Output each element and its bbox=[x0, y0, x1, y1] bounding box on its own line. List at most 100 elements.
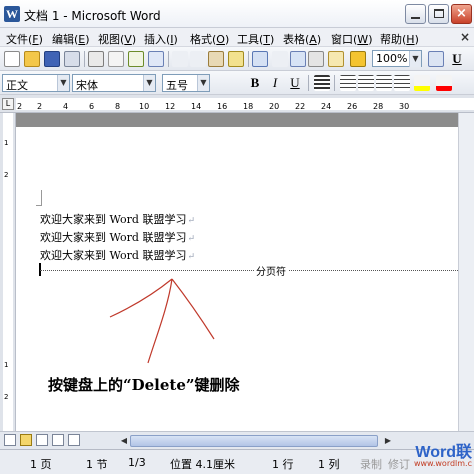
ruler-number: 26 bbox=[347, 102, 358, 111]
minimize-button[interactable] bbox=[405, 4, 426, 24]
ruler-strip: 2 2 4 6 8 10 12 14 16 18 20 22 24 26 28 … bbox=[16, 98, 474, 111]
ruler-number: 24 bbox=[321, 102, 332, 111]
menu-view[interactable]: 视图(V) bbox=[98, 31, 136, 47]
maximize-button[interactable] bbox=[428, 4, 449, 24]
style-value: 正文 bbox=[6, 79, 28, 92]
vruler-number: 2 bbox=[4, 171, 9, 179]
ruler-number: 2 bbox=[37, 102, 43, 111]
instruction-text: 按键盘上的“Delete”键删除 bbox=[48, 376, 240, 394]
vruler-number: 2 bbox=[4, 393, 9, 401]
toolbar-separator bbox=[334, 75, 335, 91]
permission-icon[interactable] bbox=[64, 51, 80, 67]
outline-view-icon[interactable] bbox=[52, 434, 64, 446]
vertical-ruler-strip bbox=[3, 113, 13, 431]
highlight-icon[interactable] bbox=[414, 75, 430, 91]
title-bar: W 文档 1 - Microsoft Word × bbox=[0, 0, 474, 28]
copy-icon[interactable] bbox=[190, 51, 206, 67]
normal-view-icon[interactable] bbox=[4, 434, 16, 446]
status-record[interactable]: 录制 bbox=[360, 456, 382, 472]
zoom-combo[interactable]: 100% ▼ bbox=[372, 50, 422, 67]
insert-hyperlink-icon[interactable] bbox=[290, 51, 306, 67]
format-painter-icon[interactable] bbox=[228, 51, 244, 67]
close-button[interactable]: × bbox=[451, 4, 472, 24]
menu-bar: 文件(F) 编辑(E) 视图(V) 插入(I) 格式(O) 工具(T) 表格(A… bbox=[0, 28, 474, 47]
open-folder-icon[interactable] bbox=[24, 51, 40, 67]
font-color-icon[interactable] bbox=[436, 75, 452, 91]
print-layout-view-icon[interactable] bbox=[36, 434, 48, 446]
drawing-icon[interactable] bbox=[328, 51, 344, 67]
ruler-number: 28 bbox=[373, 102, 384, 111]
increase-indent-icon[interactable] bbox=[394, 75, 410, 91]
view-scroll-bar: ◀ ▶ bbox=[0, 431, 474, 449]
word-app-icon[interactable]: W bbox=[4, 6, 20, 22]
menu-edit[interactable]: 编辑(E) bbox=[52, 31, 90, 47]
standard-toolbar: 100% ▼ U bbox=[0, 47, 474, 71]
font-size-combo[interactable]: 五号 ▼ bbox=[162, 74, 210, 92]
ruler-number: 2 bbox=[17, 102, 23, 111]
page-top-gap bbox=[16, 113, 474, 127]
horizontal-ruler: L 2 2 4 6 8 10 12 14 16 18 20 22 24 26 2… bbox=[0, 95, 474, 113]
new-document-icon[interactable] bbox=[4, 51, 20, 67]
underline-button[interactable]: U bbox=[286, 74, 304, 92]
research-icon[interactable] bbox=[148, 51, 164, 67]
ruler-number: 20 bbox=[269, 102, 280, 111]
print-preview-icon[interactable] bbox=[108, 51, 124, 67]
status-page: 1 页 bbox=[30, 458, 52, 471]
cut-icon[interactable] bbox=[172, 51, 188, 67]
formatting-toolbar: 正文 ▼ 宋体 ▼ 五号 ▼ B I U bbox=[0, 71, 474, 95]
bold-button[interactable]: B bbox=[246, 74, 264, 92]
redo-icon[interactable] bbox=[272, 51, 288, 67]
reading-view-icon[interactable] bbox=[68, 434, 80, 446]
spelling-icon[interactable] bbox=[128, 51, 144, 67]
status-line: 1 行 bbox=[272, 458, 294, 471]
status-position: 位置 4.1厘米 bbox=[170, 458, 235, 471]
italic-button[interactable]: I bbox=[266, 74, 284, 92]
scroll-left-icon[interactable]: ◀ bbox=[118, 435, 130, 447]
toolbar-separator bbox=[248, 51, 249, 67]
document-close-icon[interactable]: × bbox=[460, 30, 470, 44]
status-page-count: 1/3 bbox=[128, 456, 146, 469]
menu-insert[interactable]: 插入(I) bbox=[144, 31, 178, 47]
menu-tools[interactable]: 工具(T) bbox=[237, 31, 274, 47]
chevron-down-icon[interactable]: ▼ bbox=[197, 75, 209, 91]
chevron-down-icon[interactable]: ▼ bbox=[143, 75, 155, 91]
show-hide-formatting-icon[interactable] bbox=[350, 51, 366, 67]
status-bar: 1 页 1 节 1/3 位置 4.1厘米 1 行 1 列 录制 修订 bbox=[0, 449, 474, 474]
menu-format[interactable]: 格式(O) bbox=[190, 31, 229, 47]
help-icon[interactable] bbox=[428, 51, 444, 67]
chevron-down-icon[interactable]: ▼ bbox=[409, 51, 421, 67]
undo-icon[interactable] bbox=[252, 51, 268, 67]
paste-icon[interactable] bbox=[208, 51, 224, 67]
watermark-url: www.wordlm.c bbox=[413, 459, 472, 468]
tables-borders-icon[interactable] bbox=[308, 51, 324, 67]
toolbar-separator bbox=[168, 51, 169, 67]
status-track-changes[interactable]: 修订 bbox=[388, 456, 410, 472]
underline-button-extra[interactable]: U bbox=[448, 50, 466, 68]
decrease-indent-icon[interactable] bbox=[376, 75, 392, 91]
ruler-number: 22 bbox=[295, 102, 306, 111]
vertical-scrollbar[interactable] bbox=[458, 113, 474, 431]
close-icon: × bbox=[456, 6, 467, 21]
menu-help[interactable]: 帮助(H) bbox=[380, 31, 419, 47]
minimize-icon bbox=[411, 17, 420, 19]
font-size-value: 五号 bbox=[166, 79, 188, 92]
scroll-right-icon[interactable]: ▶ bbox=[382, 435, 394, 447]
web-layout-view-icon[interactable] bbox=[20, 434, 32, 446]
align-justify-icon[interactable] bbox=[314, 75, 330, 91]
print-icon[interactable] bbox=[88, 51, 104, 67]
horizontal-scroll-thumb[interactable] bbox=[130, 435, 378, 447]
numbering-icon[interactable] bbox=[340, 75, 356, 91]
menu-table[interactable]: 表格(A) bbox=[283, 31, 321, 47]
font-combo[interactable]: 宋体 ▼ bbox=[72, 74, 156, 92]
maximize-icon bbox=[434, 9, 444, 18]
chevron-down-icon[interactable]: ▼ bbox=[57, 75, 69, 91]
status-section: 1 节 bbox=[86, 458, 108, 471]
menu-window[interactable]: 窗口(W) bbox=[331, 31, 372, 47]
save-icon[interactable] bbox=[44, 51, 60, 67]
document-page[interactable]: 欢迎大家来到 Word 联盟学习↵ 欢迎大家来到 Word 联盟学习↵ 欢迎大家… bbox=[16, 127, 474, 431]
tab-selector-icon[interactable]: L bbox=[2, 98, 14, 110]
ruler-number: 14 bbox=[191, 102, 202, 111]
bullets-icon[interactable] bbox=[358, 75, 374, 91]
menu-file[interactable]: 文件(F) bbox=[6, 31, 43, 47]
style-combo[interactable]: 正文 ▼ bbox=[2, 74, 70, 92]
